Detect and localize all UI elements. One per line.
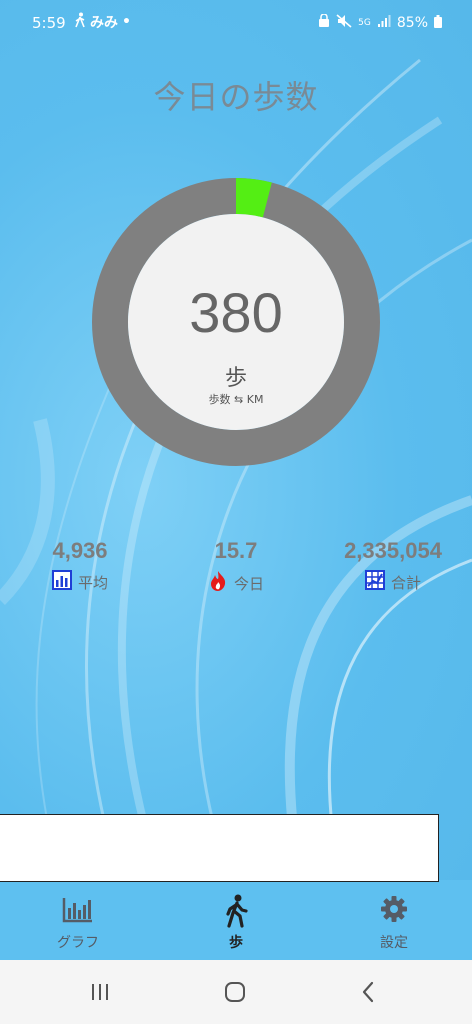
home-icon xyxy=(225,982,245,1002)
stat-today: 15.7 今日 xyxy=(186,538,286,596)
status-bar: 5:59 みみ • 5G 85% xyxy=(0,0,472,46)
average-label: 平均 xyxy=(77,573,108,592)
back-button[interactable] xyxy=(350,978,390,1006)
status-time: 5:59 xyxy=(32,14,66,32)
battery-icon xyxy=(434,14,442,32)
unit-toggle[interactable]: 歩数 ⇆ KM xyxy=(92,391,380,407)
grid-chart-icon xyxy=(364,570,385,594)
bar-chart-icon xyxy=(51,570,72,594)
app-glyphs: みみ xyxy=(90,15,118,31)
ring-progress-arc xyxy=(235,178,272,218)
dot-icon: • xyxy=(122,14,131,30)
step-progress-ring[interactable]: 380 歩 歩数 ⇆ KM xyxy=(92,178,380,466)
stat-total: 2,335,054 合計 xyxy=(330,538,456,594)
nav-item-graph[interactable]: グラフ xyxy=(18,882,138,960)
back-icon xyxy=(362,981,374,1003)
status-right-icons: 5G 85% xyxy=(318,13,442,32)
signal-icon xyxy=(377,15,391,31)
nav-item-steps[interactable]: 歩 xyxy=(176,882,296,960)
mute-icon xyxy=(336,14,352,32)
total-value: 2,335,054 xyxy=(344,538,442,563)
gear-icon xyxy=(376,894,412,926)
steps-unit: 歩 xyxy=(224,366,247,391)
fire-icon xyxy=(208,570,228,596)
stat-average: 4,936 平均 xyxy=(30,538,130,594)
status-left-icons: みみ • xyxy=(74,12,131,32)
ad-banner[interactable] xyxy=(0,814,439,882)
bar-graph-icon xyxy=(60,894,96,926)
nav-label-steps: 歩 xyxy=(229,935,243,951)
page-title: 今日の歩数 xyxy=(153,78,319,116)
battery-label: 85% xyxy=(396,15,428,31)
walking-status-icon xyxy=(74,12,86,32)
recent-apps-button[interactable] xyxy=(80,978,120,1006)
nav-label-graph: グラフ xyxy=(57,935,99,951)
walking-person-icon xyxy=(218,894,254,928)
network-label: 5G xyxy=(358,17,371,28)
today-label: 今日 xyxy=(233,574,264,593)
recent-apps-icon xyxy=(92,984,108,1000)
average-value: 4,936 xyxy=(52,538,108,563)
home-button[interactable] xyxy=(216,978,256,1006)
nav-label-settings: 設定 xyxy=(380,935,408,951)
total-label: 合計 xyxy=(390,573,421,592)
bottom-navigation: グラフ 歩 設定 xyxy=(0,882,472,960)
nav-item-settings[interactable]: 設定 xyxy=(334,882,454,960)
lock-icon xyxy=(318,13,330,32)
today-value: 15.7 xyxy=(214,538,258,563)
steps-count: 380 xyxy=(189,281,283,344)
system-navigation-bar xyxy=(0,960,472,1024)
